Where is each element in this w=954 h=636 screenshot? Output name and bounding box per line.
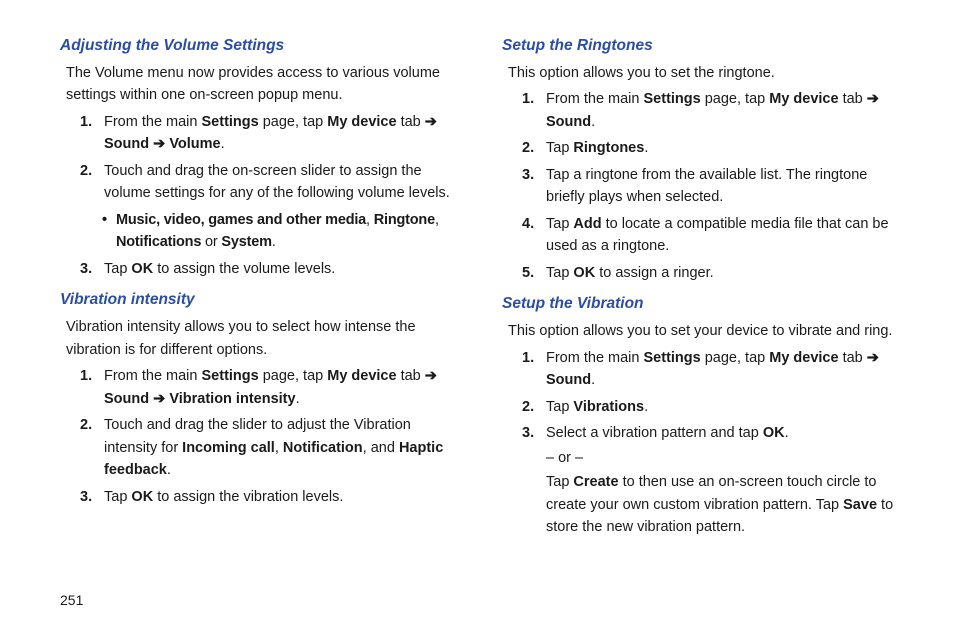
step-number: 3. — [80, 486, 92, 508]
steps-list: 1. From the main Settings page, tap My d… — [80, 111, 452, 280]
left-column: Adjusting the Volume Settings The Volume… — [60, 34, 452, 542]
intro-text: Vibration intensity allows you to select… — [66, 316, 452, 361]
step-number: 5. — [522, 262, 534, 284]
step-item: 1. From the main Settings page, tap My d… — [522, 347, 894, 392]
step-number: 2. — [522, 137, 534, 159]
heading-vibration-intensity: Vibration intensity — [60, 288, 452, 312]
step-text: Touch and drag the slider to adjust the … — [104, 417, 443, 478]
step-number: 2. — [80, 160, 92, 182]
step-text: From the main Settings page, tap My devi… — [104, 368, 437, 406]
step-item: 1. From the main Settings page, tap My d… — [80, 365, 452, 410]
step-text: Tap OK to assign a ringer. — [546, 265, 714, 281]
step-number: 3. — [522, 164, 534, 186]
step-number: 2. — [522, 396, 534, 418]
heading-setup-vibration: Setup the Vibration — [502, 292, 894, 316]
step-item: 5. Tap OK to assign a ringer. — [522, 262, 894, 284]
step-item: 3. Select a vibration pattern and tap OK… — [522, 422, 894, 538]
step-text: Tap OK to assign the vibration levels. — [104, 489, 343, 505]
step-text: Select a vibration pattern and tap OK. — [546, 425, 789, 441]
step-extra-text: Tap Create to then use an on-screen touc… — [546, 471, 894, 538]
step-number: 1. — [80, 365, 92, 387]
step-number: 3. — [80, 258, 92, 280]
page-number: 251 — [60, 590, 83, 612]
page-columns: Adjusting the Volume Settings The Volume… — [60, 34, 894, 542]
steps-list: 1. From the main Settings page, tap My d… — [522, 347, 894, 539]
intro-text: The Volume menu now provides access to v… — [66, 62, 452, 107]
step-text: Tap Ringtones. — [546, 140, 648, 156]
step-text: From the main Settings page, tap My devi… — [546, 91, 879, 129]
step-text: From the main Settings page, tap My devi… — [546, 350, 879, 388]
step-item: 2. Touch and drag the slider to adjust t… — [80, 414, 452, 481]
step-text: Tap a ringtone from the available list. … — [546, 167, 867, 205]
step-text: From the main Settings page, tap My devi… — [104, 114, 437, 152]
steps-list: 1. From the main Settings page, tap My d… — [80, 365, 452, 508]
intro-text: This option allows you to set the ringto… — [508, 62, 894, 84]
or-separator: – or – — [546, 447, 894, 469]
bullet-item: Music, video, games and other media, Rin… — [102, 209, 452, 254]
step-number: 4. — [522, 213, 534, 235]
step-item: 3. Tap a ringtone from the available lis… — [522, 164, 894, 209]
step-item: 2. Tap Vibrations. — [522, 396, 894, 418]
step-number: 1. — [522, 347, 534, 369]
step-number: 3. — [522, 422, 534, 444]
step-text: Tap OK to assign the volume levels. — [104, 261, 335, 277]
step-text: Touch and drag the on-screen slider to a… — [104, 163, 450, 201]
heading-adjusting-volume: Adjusting the Volume Settings — [60, 34, 452, 58]
step-text: Tap Add to locate a compatible media fil… — [546, 216, 889, 254]
step-text: Tap Vibrations. — [546, 399, 648, 415]
heading-setup-ringtones: Setup the Ringtones — [502, 34, 894, 58]
step-item: 1. From the main Settings page, tap My d… — [522, 88, 894, 133]
step-item: 2. Tap Ringtones. — [522, 137, 894, 159]
step-item: 3. Tap OK to assign the vibration levels… — [80, 486, 452, 508]
step-number: 1. — [522, 88, 534, 110]
step-number: 1. — [80, 111, 92, 133]
step-item: 4. Tap Add to locate a compatible media … — [522, 213, 894, 258]
right-column: Setup the Ringtones This option allows y… — [502, 34, 894, 542]
intro-text: This option allows you to set your devic… — [508, 320, 894, 342]
step-item: 2. Touch and drag the on-screen slider t… — [80, 160, 452, 254]
step-item: 3. Tap OK to assign the volume levels. — [80, 258, 452, 280]
steps-list: 1. From the main Settings page, tap My d… — [522, 88, 894, 284]
step-item: 1. From the main Settings page, tap My d… — [80, 111, 452, 156]
step-number: 2. — [80, 414, 92, 436]
